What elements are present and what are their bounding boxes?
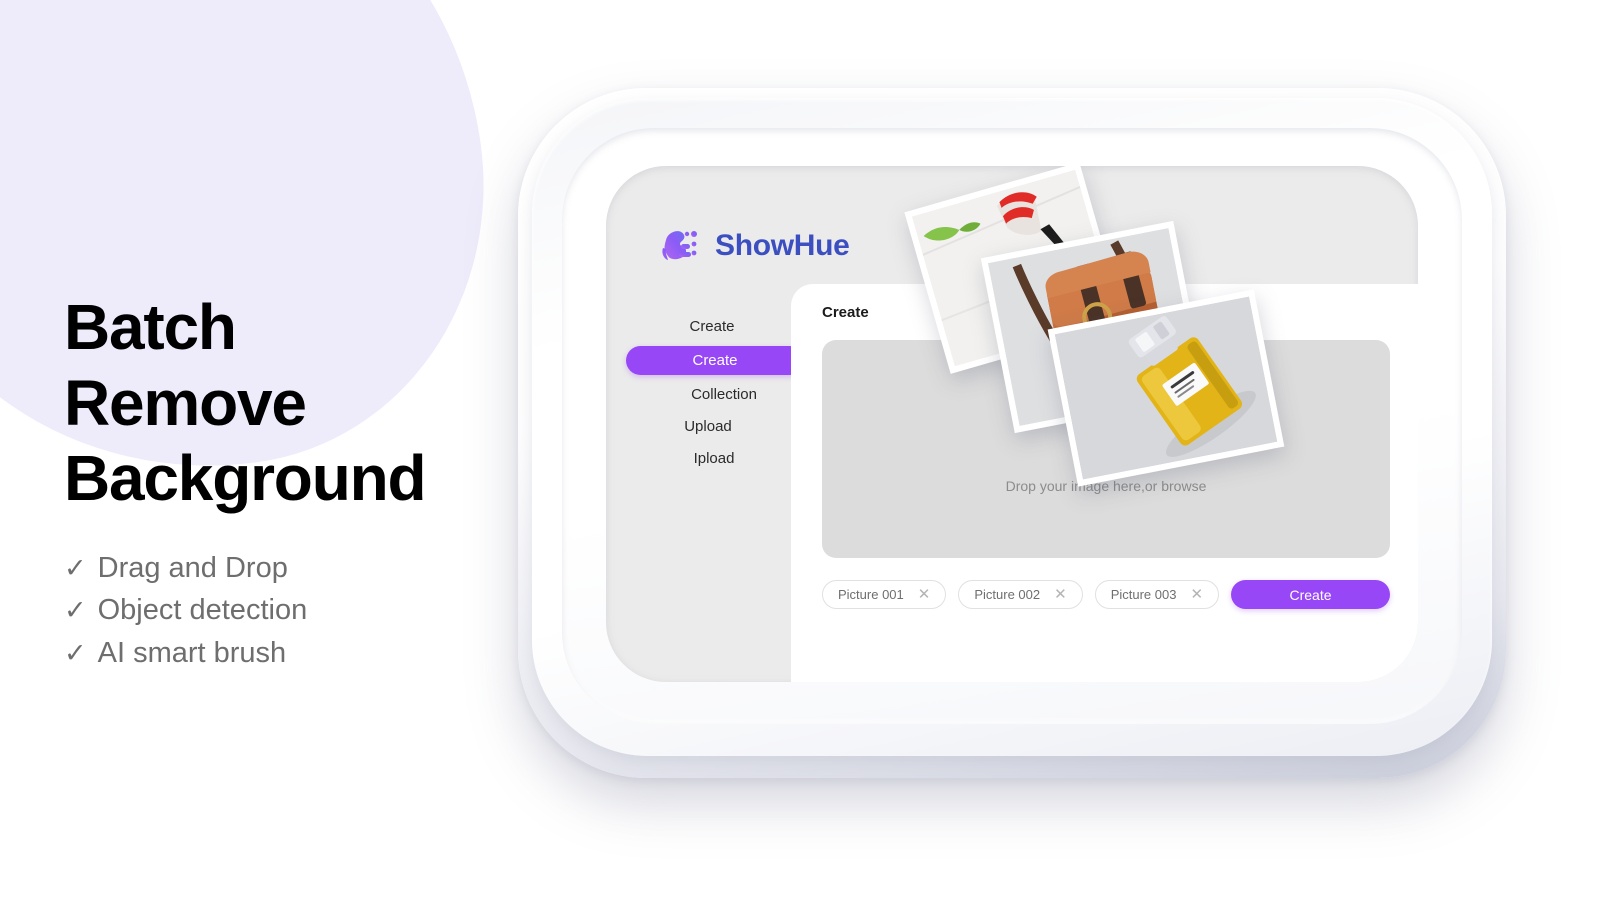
chip-label: Picture 001	[838, 587, 904, 602]
list-item[interactable]: Picture 001 ✕	[822, 580, 947, 609]
sidebar-nav: Create Create Collection Upload Ipload	[626, 314, 804, 471]
feature-list: ✓ Drag and Drop ✓ Object detection ✓ AI …	[64, 547, 534, 676]
upload-tray-icon	[1080, 408, 1132, 447]
showhue-logo-icon	[662, 231, 697, 260]
page-title: Batch Remove Background	[64, 291, 427, 515]
list-item[interactable]: Picture 002 ✕	[958, 580, 1083, 609]
sidebar-item-create[interactable]: Create	[626, 346, 804, 375]
check-icon: ✓	[64, 595, 87, 626]
sidebar-item-ipload[interactable]: Ipload	[684, 446, 745, 471]
panel-title: Create	[822, 304, 869, 321]
marketing-column: Batch Remove Background ✓ Drag and Drop …	[64, 290, 534, 675]
device-screen: ShowHue Create Create Collection Upload …	[606, 166, 1418, 682]
feature-label: Drag and Drop	[97, 551, 288, 584]
list-item: ✓ AI smart brush	[64, 632, 534, 675]
dropzone-text: Drop your image here,or browse	[1005, 478, 1207, 494]
feature-label: Object detection	[97, 594, 308, 627]
list-item[interactable]: Picture 003 ✕	[1094, 580, 1220, 609]
close-icon[interactable]: ✕	[918, 587, 931, 602]
dropzone[interactable]: Drop your image here,or browse	[822, 340, 1390, 558]
sidebar-item-upload[interactable]: Upload	[674, 414, 742, 439]
file-chips-row: Picture 001 ✕ Picture 002 ✕ Picture 003 …	[822, 580, 1390, 609]
close-icon[interactable]: ✕	[1190, 587, 1203, 602]
list-item: ✓ Drag and Drop	[64, 547, 534, 590]
sidebar-item-create-header[interactable]: Create	[679, 314, 744, 339]
dropzone-content: Drop your image here,or browse	[822, 404, 1390, 494]
close-icon[interactable]: ✕	[1054, 587, 1067, 602]
check-icon: ✓	[64, 552, 87, 583]
feature-label: AI smart brush	[97, 637, 287, 670]
poster-canvas: Batch Remove Background ✓ Drag and Drop …	[0, 0, 1600, 900]
brand-name: ShowHue	[715, 229, 850, 262]
brand-logo: ShowHue	[659, 226, 850, 266]
check-icon: ✓	[64, 638, 87, 669]
tablet-device: ShowHue Create Create Collection Upload …	[518, 88, 1506, 778]
sidebar-item-collection[interactable]: Collection	[681, 382, 767, 407]
chip-label: Picture 003	[1110, 587, 1177, 602]
list-item: ✓ Object detection	[64, 589, 534, 632]
create-button[interactable]: Create	[1231, 580, 1390, 609]
chip-label: Picture 002	[974, 587, 1041, 602]
main-panel: Create Drop your image here,or browse Pi…	[791, 284, 1418, 682]
